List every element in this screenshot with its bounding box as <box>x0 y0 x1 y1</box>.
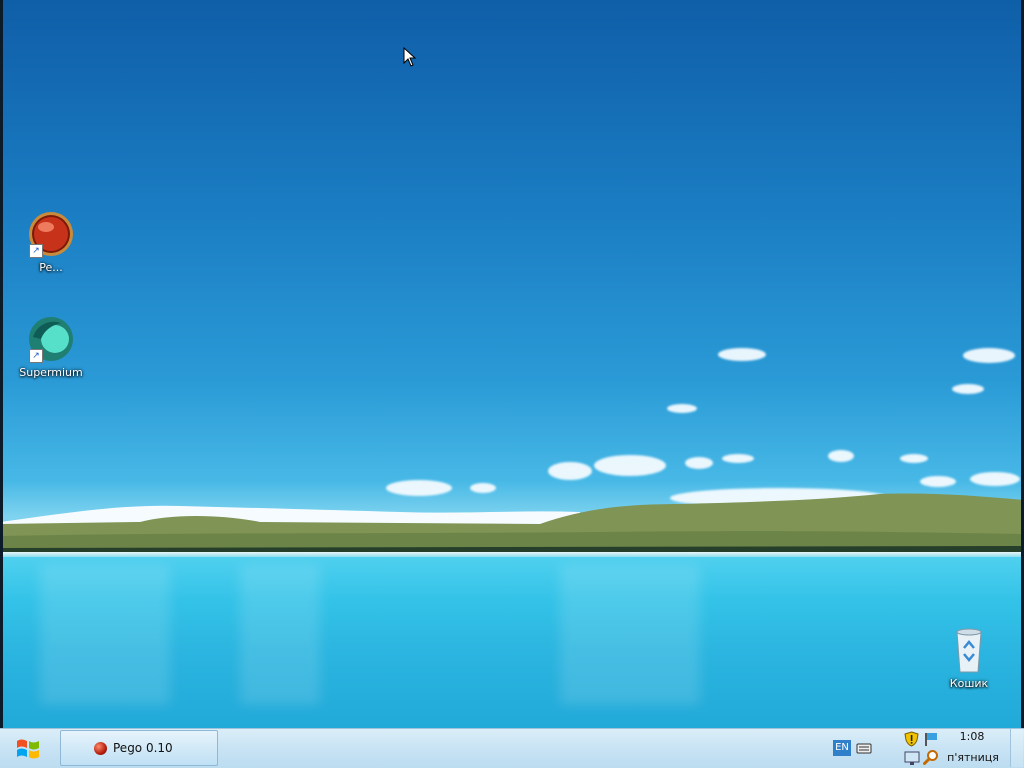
start-button[interactable] <box>2 730 54 767</box>
taskbar-button-label: Pego 0.10 <box>113 741 173 755</box>
cloud <box>963 348 1015 363</box>
shortcut-arrow-icon: ↗ <box>29 349 43 363</box>
cloud <box>828 450 854 462</box>
security-shield-icon[interactable] <box>904 731 919 747</box>
cloud <box>970 472 1020 486</box>
recycle-bin-icon <box>945 626 993 674</box>
network-monitor-icon[interactable] <box>904 750 920 766</box>
desktop-icon-supermium[interactable]: ↗ Supermium <box>16 315 86 379</box>
hills <box>0 493 1024 556</box>
action-center-flag-icon[interactable] <box>923 731 939 747</box>
cloud <box>548 462 592 480</box>
supermium-browser-icon: ↗ <box>27 315 75 363</box>
desktop-icon-recycle-bin[interactable]: Кошик <box>934 626 1004 690</box>
desktop-icon-label: Pe... <box>39 261 63 274</box>
cloud <box>722 454 754 463</box>
cloud <box>952 384 984 394</box>
desktop-icon-label: Кошик <box>949 677 989 690</box>
pego-app-icon <box>94 742 107 755</box>
lake-reflection <box>560 565 700 705</box>
desktop-icon-pego[interactable]: ↗ Pe... <box>16 210 86 274</box>
cloud <box>920 476 956 487</box>
cloud <box>667 404 697 413</box>
clock-time[interactable]: 1:08 <box>944 730 1000 743</box>
cloud <box>900 454 928 463</box>
cloud <box>594 455 666 476</box>
windows-logo-icon <box>17 739 39 758</box>
desktop-icon-label: Supermium <box>19 366 83 379</box>
frame-edge <box>0 0 3 728</box>
language-indicator[interactable]: EN <box>833 740 851 756</box>
cloud <box>718 348 766 361</box>
cloud <box>685 457 713 469</box>
keyboard-icon[interactable] <box>856 741 872 755</box>
taskbar-button-pego[interactable]: Pego 0.10 <box>60 730 218 766</box>
search-icon[interactable] <box>923 749 939 765</box>
desktop-background[interactable]: ↗ Pe... ↗ Supermium Кошик <box>0 0 1024 728</box>
pego-app-icon: ↗ <box>27 210 75 258</box>
lake-reflection <box>240 565 320 705</box>
show-desktop-button[interactable] <box>1010 729 1023 767</box>
lake-reflection <box>40 565 170 705</box>
mouse-cursor-icon <box>403 47 417 67</box>
shortcut-arrow-icon: ↗ <box>29 244 43 258</box>
clock-day[interactable]: п'ятниця <box>944 751 1002 764</box>
